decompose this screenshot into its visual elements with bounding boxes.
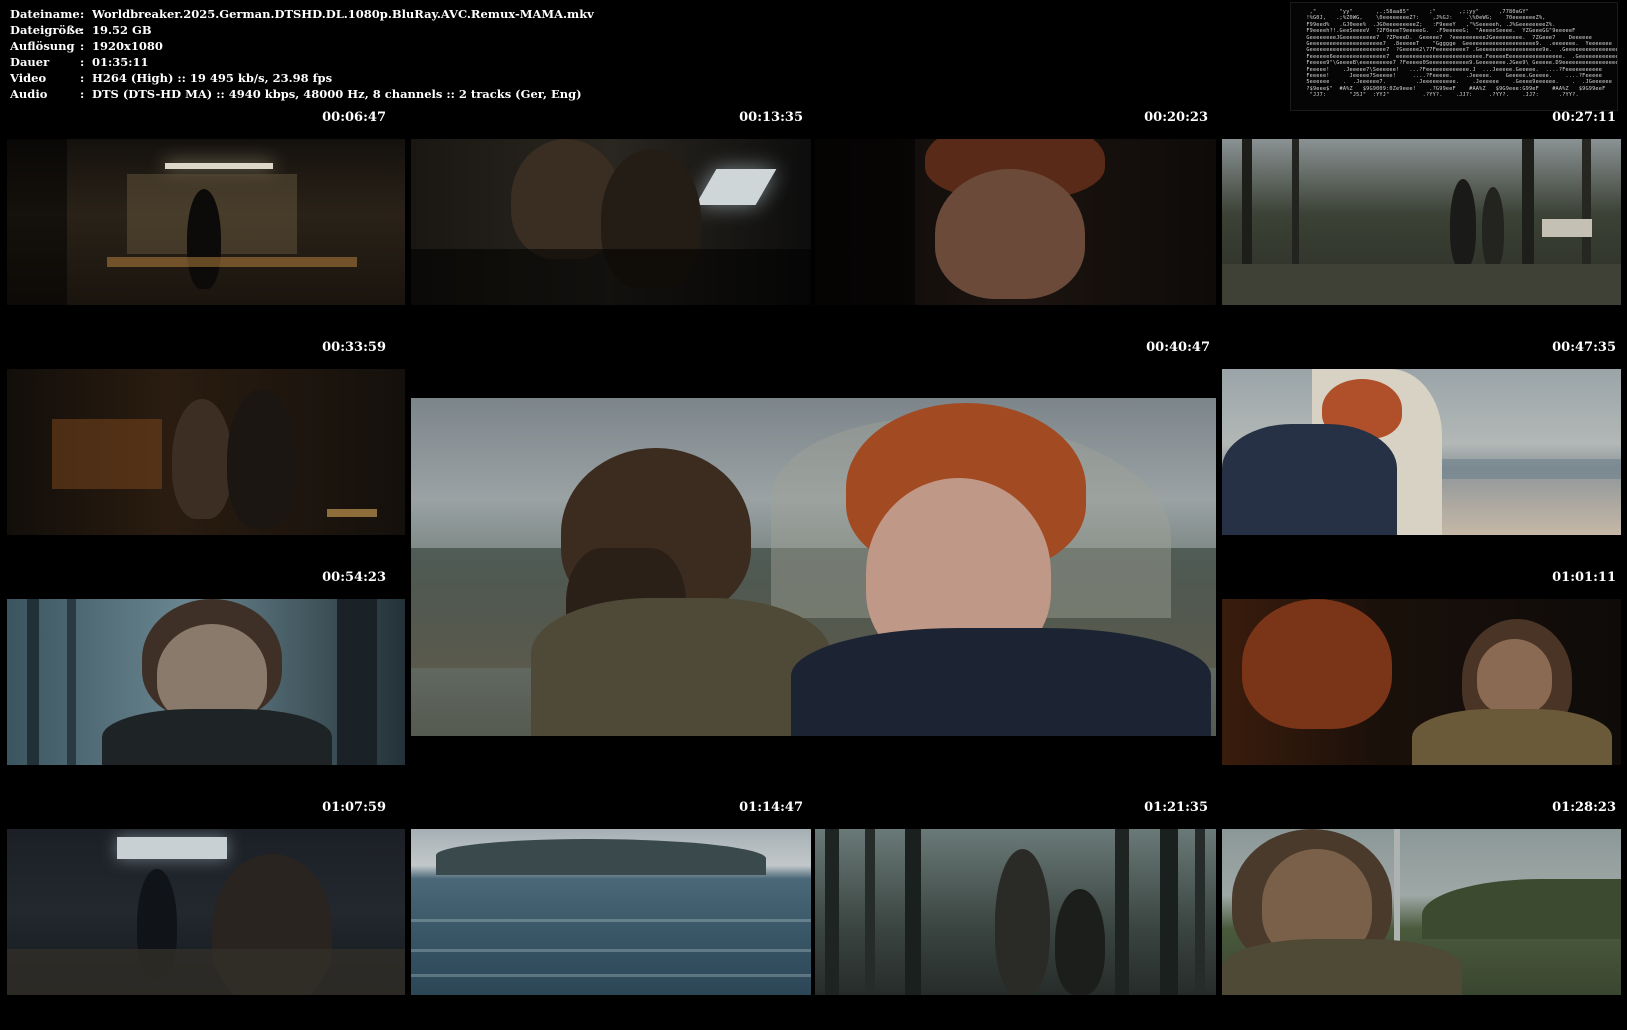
frame-thumbnail-7 xyxy=(1222,369,1621,535)
info-key: Video xyxy=(10,71,47,85)
info-separator: : xyxy=(80,87,85,101)
info-value: 01:35:11 xyxy=(92,55,149,69)
timestamp-label: 01:01:11 xyxy=(1552,570,1616,585)
timestamp-label: 00:20:23 xyxy=(1144,110,1208,125)
timestamp-label: 01:14:47 xyxy=(739,800,803,815)
info-value: H264 (High) :: 19 495 kb/s, 23.98 fps xyxy=(92,71,333,85)
info-value: 1920x1080 xyxy=(92,39,163,53)
frame-thumbnail-10 xyxy=(7,829,405,995)
frame-thumbnail-9 xyxy=(1222,599,1621,765)
timestamp-label: 00:13:35 xyxy=(739,110,803,125)
info-value: Worldbreaker.2025.German.DTSHD.DL.1080p.… xyxy=(92,7,594,21)
info-key: Dauer xyxy=(10,55,50,69)
info-row-filename: Dateiname : Worldbreaker.2025.German.DTS… xyxy=(10,6,594,22)
timestamp-label: 00:27:11 xyxy=(1552,110,1616,125)
frame-thumbnail-3 xyxy=(815,139,1216,305)
timestamp-label: 01:21:35 xyxy=(1144,800,1208,815)
frame-thumbnail-13 xyxy=(1222,829,1621,995)
info-row-filesize: Dateigröße : 19.52 GB xyxy=(10,22,594,38)
info-separator: : xyxy=(80,71,85,85)
timestamp-label: 00:40:47 xyxy=(1146,340,1210,355)
timestamp-label: 01:07:59 xyxy=(322,800,386,815)
frame-thumbnail-1 xyxy=(7,139,405,305)
frame-thumbnail-2 xyxy=(411,139,811,305)
info-key: Dateigröße xyxy=(10,23,83,37)
timestamp-label: 00:54:23 xyxy=(322,570,386,585)
frame-thumbnail-8 xyxy=(7,599,405,765)
info-row-duration: Dauer : 01:35:11 xyxy=(10,54,594,70)
info-row-video: Video : H264 (High) :: 19 495 kb/s, 23.9… xyxy=(10,70,594,86)
frame-thumbnail-11 xyxy=(411,829,811,995)
file-info: Dateiname : Worldbreaker.2025.German.DTS… xyxy=(10,6,594,102)
frame-thumbnail-5 xyxy=(7,369,405,535)
frame-thumbnail-6-featured xyxy=(411,398,1216,736)
frame-thumbnail-12 xyxy=(815,829,1216,995)
info-separator: : xyxy=(80,7,85,21)
mama-ascii-logo: ," "yy" ,.;58aa85" ;" ,;;yy" ,7780aGY" !… xyxy=(1290,2,1618,111)
info-separator: : xyxy=(80,39,85,53)
info-row-audio: Audio : DTS (DTS-HD MA) :: 4940 kbps, 48… xyxy=(10,86,594,102)
info-key: Dateiname xyxy=(10,7,80,21)
info-separator: : xyxy=(80,55,85,69)
info-value: DTS (DTS-HD MA) :: 4940 kbps, 48000 Hz, … xyxy=(92,87,582,101)
info-key: Auflösung xyxy=(10,39,75,53)
info-key: Audio xyxy=(10,87,48,101)
info-row-resolution: Auflösung : 1920x1080 xyxy=(10,38,594,54)
timestamp-label: 00:47:35 xyxy=(1552,340,1616,355)
logo-ascii-art: ," "yy" ,.;58aa85" ;" ,;;yy" ,7780aGY" !… xyxy=(1306,9,1618,99)
timestamp-label: 00:33:59 xyxy=(322,340,386,355)
timestamp-label: 00:06:47 xyxy=(322,110,386,125)
info-value: 19.52 GB xyxy=(92,23,152,37)
timestamp-label: 01:28:23 xyxy=(1552,800,1616,815)
frame-thumbnail-4 xyxy=(1222,139,1621,305)
info-separator: : xyxy=(80,23,85,37)
